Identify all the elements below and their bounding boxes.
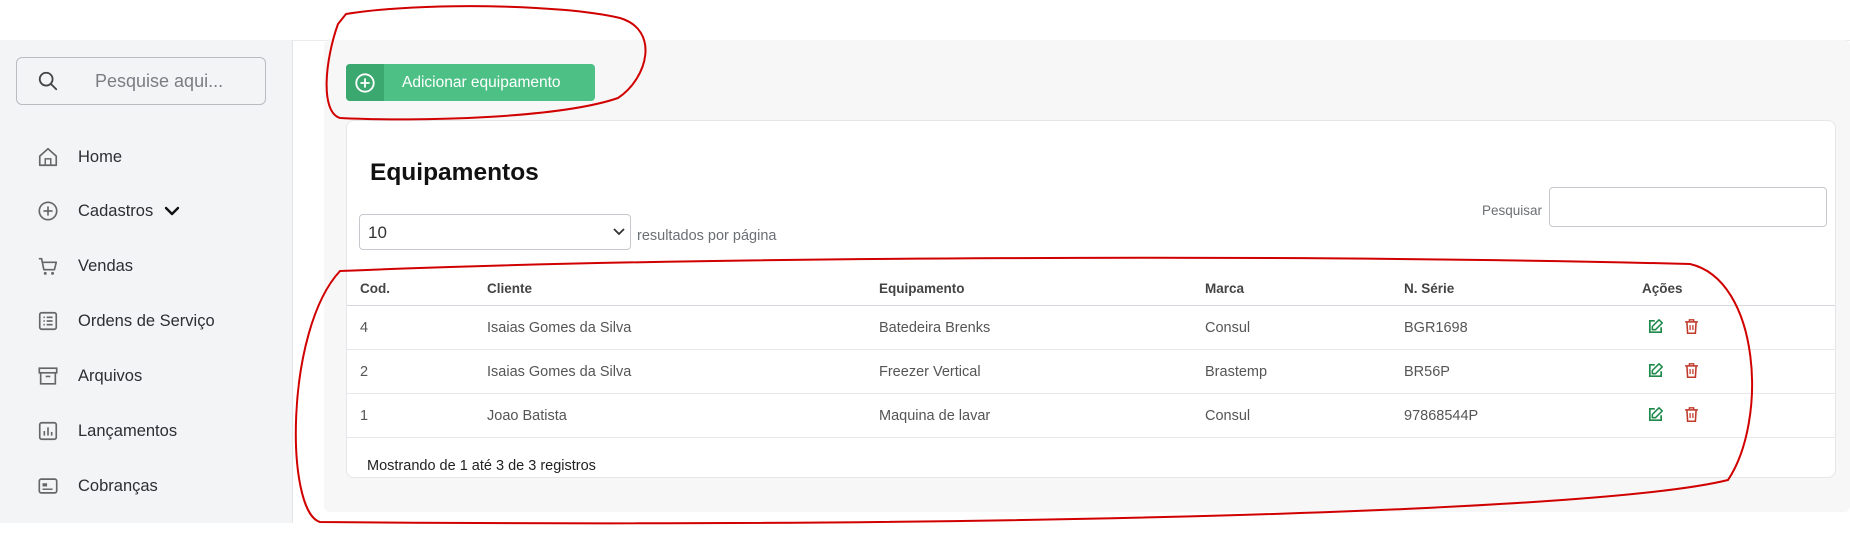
top-bar [0, 0, 1850, 41]
table-filter-input[interactable] [1549, 187, 1827, 227]
column-header-cod[interactable]: Cod. [347, 271, 487, 306]
cell-acoes [1642, 393, 1835, 438]
column-header-equipamento[interactable]: Equipamento [879, 271, 1205, 306]
edit-icon[interactable] [1645, 360, 1665, 380]
list-icon [36, 309, 60, 333]
filter-label: Pesquisar [1482, 203, 1543, 218]
page-size-label: resultados por página [637, 228, 777, 244]
cell-equipamento: Maquina de lavar [879, 393, 1205, 438]
archive-icon [36, 364, 60, 388]
column-header-marca[interactable]: Marca [1205, 271, 1404, 306]
sidebar-item-cadastros[interactable]: Cadastros [36, 196, 181, 226]
cell-equipamento: Batedeira Brenks [879, 305, 1205, 350]
cell-serie: BR56P [1404, 349, 1642, 394]
equipment-table: Cod. Cliente Equipamento Marca N. Série … [347, 271, 1835, 438]
equipment-card: Equipamentos 10 resultados por página Pe… [346, 120, 1836, 478]
sidebar-item-label: Lançamentos [78, 421, 178, 440]
cell-acoes [1642, 349, 1835, 394]
sidebar-item-ordens-de-servico[interactable]: Ordens de Serviço [36, 306, 215, 336]
sidebar: Home Cadastros Vendas Ordens de Serviço … [0, 40, 293, 523]
cell-acoes [1642, 305, 1835, 350]
plus-circle-icon [346, 64, 384, 101]
table-row: 1 Joao Batista Maquina de lavar Consul 9… [347, 393, 1835, 438]
chevron-down-icon[interactable] [163, 202, 181, 220]
add-equipment-button[interactable]: Adicionar equipamento [346, 64, 595, 101]
cell-marca: Consul [1205, 393, 1404, 438]
table-info: Mostrando de 1 até 3 de 3 registros [367, 458, 596, 474]
column-header-acoes: Ações [1642, 271, 1835, 306]
sidebar-item-home[interactable]: Home [36, 142, 122, 172]
trash-icon[interactable] [1681, 404, 1701, 424]
sidebar-item-lancamentos[interactable]: Lançamentos [36, 416, 177, 446]
search-input[interactable] [93, 66, 257, 96]
home-icon [36, 145, 60, 169]
cell-serie: BGR1698 [1404, 305, 1642, 350]
cell-cliente: Isaias Gomes da Silva [487, 305, 879, 350]
table-header-row: Cod. Cliente Equipamento Marca N. Série … [347, 271, 1835, 306]
column-header-cliente[interactable]: Cliente [487, 271, 879, 306]
cell-equipamento: Freezer Vertical [879, 349, 1205, 394]
page-title: Equipamentos [370, 159, 539, 186]
sidebar-item-label: Arquivos [78, 366, 143, 385]
plus-circle-icon [36, 199, 60, 223]
cell-cod: 4 [347, 305, 487, 350]
edit-icon[interactable] [1645, 404, 1665, 424]
bar-chart-icon [36, 419, 60, 443]
sidebar-item-label: Vendas [78, 256, 134, 275]
column-header-serie[interactable]: N. Série [1404, 271, 1642, 306]
sidebar-item-label: Home [78, 147, 123, 166]
sidebar-item-vendas[interactable]: Vendas [36, 251, 133, 281]
table-row: 2 Isaias Gomes da Silva Freezer Vertical… [347, 349, 1835, 394]
page-size-select[interactable]: 10 [359, 214, 631, 250]
cell-cod: 2 [347, 349, 487, 394]
cart-icon [36, 254, 60, 278]
sidebar-search[interactable] [16, 57, 266, 105]
table-row: 4 Isaias Gomes da Silva Batedeira Brenks… [347, 305, 1835, 350]
sidebar-item-cobrancas[interactable]: Cobranças [36, 471, 158, 501]
cell-serie: 97868544P [1404, 393, 1642, 438]
cell-cod: 1 [347, 393, 487, 438]
add-equipment-label: Adicionar equipamento [402, 73, 561, 91]
sidebar-item-label: Ordens de Serviço [78, 311, 215, 330]
trash-icon[interactable] [1681, 316, 1701, 336]
edit-icon[interactable] [1645, 316, 1665, 336]
cell-cliente: Isaias Gomes da Silva [487, 349, 879, 394]
sidebar-item-label: Cadastros [78, 201, 154, 220]
search-icon [38, 71, 58, 91]
card-icon [36, 474, 60, 498]
cell-cliente: Joao Batista [487, 393, 879, 438]
cell-marca: Brastemp [1205, 349, 1404, 394]
trash-icon[interactable] [1681, 360, 1701, 380]
sidebar-item-arquivos[interactable]: Arquivos [36, 361, 142, 391]
cell-marca: Consul [1205, 305, 1404, 350]
sidebar-item-label: Cobranças [78, 476, 158, 495]
